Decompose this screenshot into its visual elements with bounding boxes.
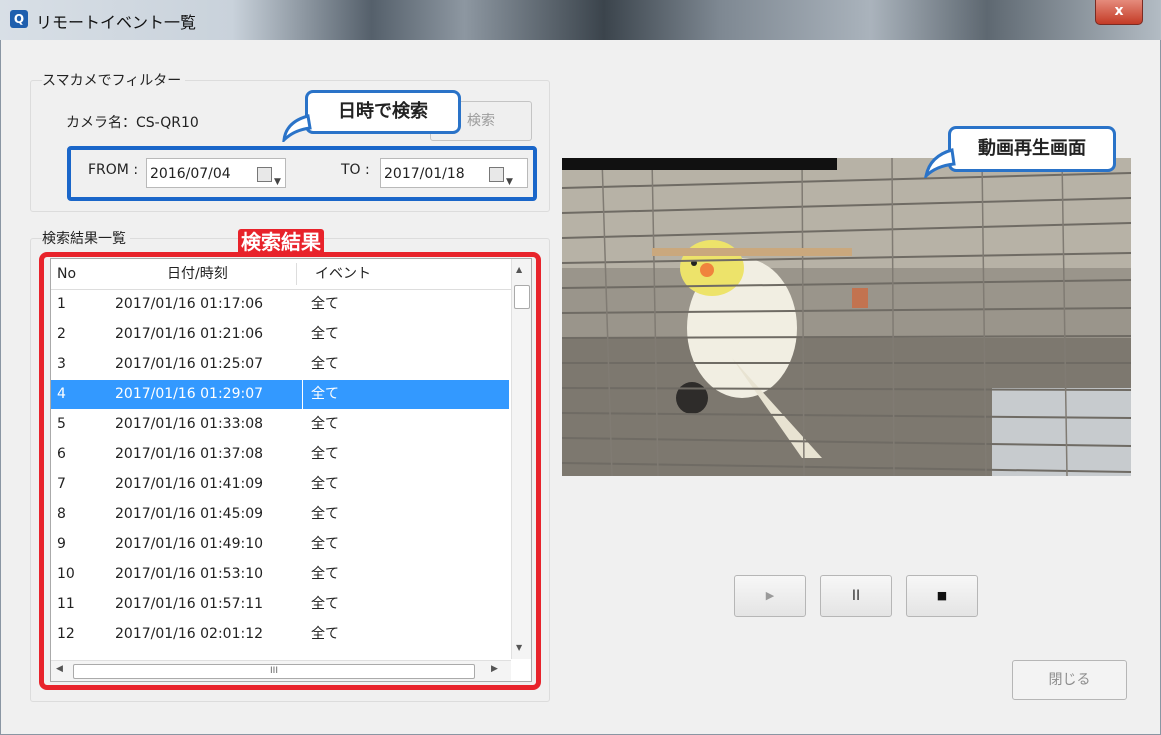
app-logo-icon: Q bbox=[10, 10, 28, 28]
stop-icon: ■ bbox=[936, 589, 948, 602]
callout-pointer bbox=[924, 148, 956, 178]
filter-group-label: スマカメでフィルター bbox=[42, 70, 186, 90]
callout-video-playback: 動画再生画面 bbox=[948, 126, 1116, 172]
callout-pointer bbox=[282, 114, 312, 142]
window-close-button[interactable]: x bbox=[1095, 0, 1143, 25]
results-highlight-box bbox=[39, 252, 541, 690]
callout-search-by-datetime: 日時で検索 bbox=[305, 90, 461, 134]
camera-name-value: CS-QR10 bbox=[136, 115, 199, 131]
remote-event-list-window: Q リモートイベント一覧 x スマカメでフィルター カメラ名：CS-QR10 検… bbox=[0, 0, 1161, 735]
datetime-highlight-box bbox=[67, 146, 537, 201]
camera-name-label: カメラ名：CS-QR10 bbox=[66, 115, 199, 131]
video-playback-area[interactable] bbox=[562, 158, 1131, 476]
results-group-label: 検索結果一覧 bbox=[42, 228, 130, 248]
play-button[interactable]: ▶ bbox=[734, 575, 806, 617]
video-frame-image bbox=[562, 158, 1131, 476]
play-icon: ▶ bbox=[765, 589, 775, 602]
pause-icon: II bbox=[851, 588, 861, 604]
pause-button[interactable]: II bbox=[820, 575, 892, 617]
close-button[interactable]: 閉じる bbox=[1012, 660, 1127, 700]
stop-button[interactable]: ■ bbox=[906, 575, 978, 617]
window-title: リモートイベント一覧 bbox=[36, 13, 197, 32]
callout-search-results: 検索結果 bbox=[238, 229, 324, 255]
title-bar[interactable]: Q リモートイベント一覧 x bbox=[0, 0, 1161, 40]
